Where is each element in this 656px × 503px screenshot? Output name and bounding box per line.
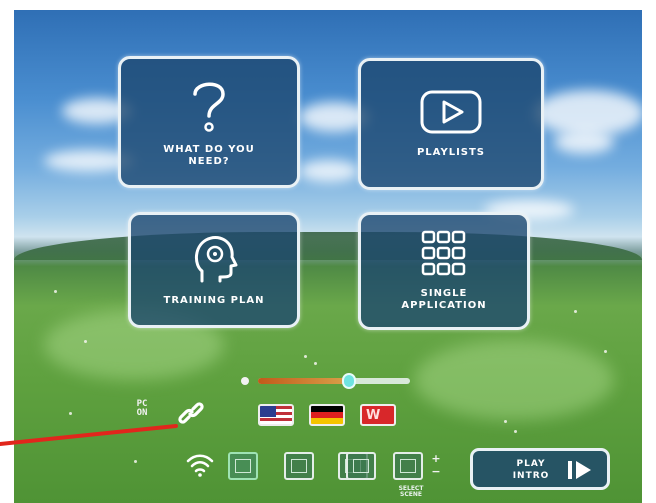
- cloud: [554, 130, 614, 154]
- language-german-flag[interactable]: [309, 404, 345, 426]
- flower: [54, 290, 57, 293]
- tile-label: PLAYLISTS: [416, 147, 486, 158]
- play-intro-button[interactable]: PLAY INTRO: [470, 448, 610, 490]
- flower: [604, 350, 607, 353]
- cloud: [534, 90, 642, 136]
- scene-thumbnail[interactable]: [284, 452, 314, 480]
- minus-button[interactable]: −: [429, 465, 443, 478]
- language-red-flag[interactable]: W: [360, 404, 396, 426]
- flower: [314, 362, 317, 365]
- playlists-button[interactable]: PLAYLISTS: [358, 58, 544, 190]
- select-scene-label: SELECT SCENE: [398, 485, 424, 498]
- cloud: [299, 160, 359, 182]
- scene-thumbnail[interactable]: [346, 452, 376, 480]
- pc-status-label: PC ON: [136, 399, 148, 418]
- flower: [504, 420, 507, 423]
- flower: [574, 310, 577, 313]
- flower: [69, 412, 72, 415]
- single-application-button[interactable]: SINGLE APPLICATION: [358, 212, 530, 330]
- head-profile-icon: [195, 235, 238, 283]
- plus-button[interactable]: +: [429, 452, 443, 465]
- play-intro-label: PLAY INTRO: [512, 459, 550, 481]
- scene-thumbnail[interactable]: [393, 452, 423, 480]
- flower: [514, 430, 517, 433]
- scene-thumbnail[interactable]: [228, 452, 258, 480]
- tile-label: TRAINING PLAN: [163, 295, 265, 306]
- tile-label: SINGLE APPLICATION: [401, 288, 487, 311]
- volume-slider-fill: [258, 378, 350, 384]
- question-mark-icon: [193, 82, 225, 132]
- wifi-icon[interactable]: [186, 452, 214, 482]
- volume-slider[interactable]: [258, 373, 410, 389]
- grass-highlight: [414, 340, 614, 420]
- volume-icon: [241, 377, 249, 385]
- scene-stepper[interactable]: + −: [429, 452, 443, 480]
- annotation-arrow: [0, 424, 178, 446]
- flower: [304, 355, 307, 358]
- language-us-flag[interactable]: [258, 404, 294, 426]
- play-icon: [420, 90, 482, 134]
- volume-slider-handle[interactable]: [342, 373, 357, 389]
- tile-label: WHAT DO YOU NEED?: [163, 144, 255, 167]
- flower: [134, 460, 137, 463]
- what-do-you-need-button[interactable]: WHAT DO YOU NEED?: [118, 56, 300, 188]
- tree-line: [14, 232, 642, 260]
- grid-icon: [421, 230, 466, 276]
- training-plan-button[interactable]: TRAINING PLAN: [128, 212, 300, 328]
- flower: [84, 340, 87, 343]
- play-arrow-icon: [568, 461, 591, 479]
